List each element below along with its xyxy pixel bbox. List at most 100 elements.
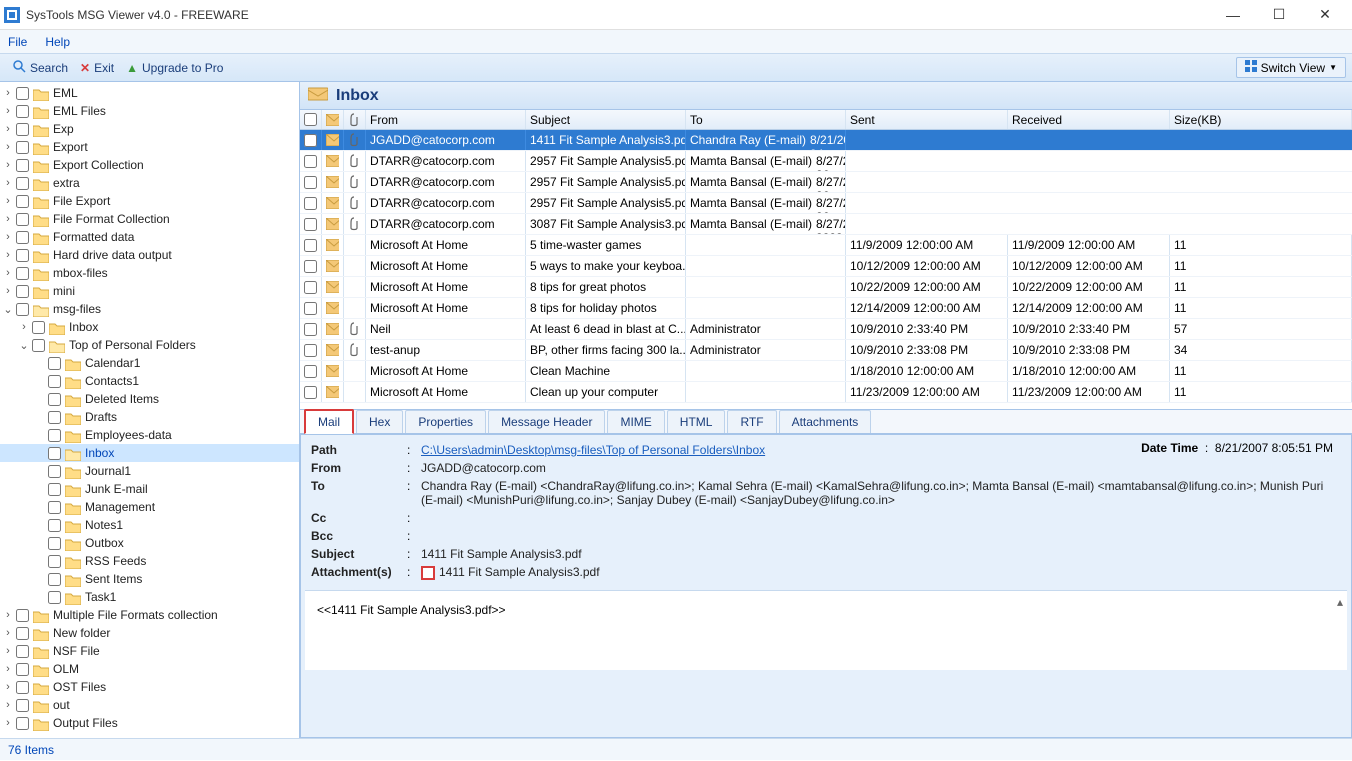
row-checkbox[interactable] bbox=[304, 218, 317, 231]
tree-item[interactable]: ›File Export bbox=[0, 192, 299, 210]
mail-row[interactable]: Microsoft At Home8 tips for holiday phot… bbox=[300, 298, 1352, 319]
scroll-up-icon[interactable]: ▴ bbox=[1337, 595, 1343, 609]
tree-checkbox[interactable] bbox=[16, 249, 29, 262]
close-button[interactable]: ✕ bbox=[1302, 0, 1348, 30]
tree-checkbox[interactable] bbox=[16, 303, 29, 316]
tab-attachments[interactable]: Attachments bbox=[779, 410, 872, 433]
tab-mail[interactable]: Mail bbox=[304, 409, 354, 434]
tree-item[interactable]: Journal1 bbox=[0, 462, 299, 480]
tree-checkbox[interactable] bbox=[16, 267, 29, 280]
mail-row[interactable]: test-anupBP, other firms facing 300 la..… bbox=[300, 340, 1352, 361]
tree-item[interactable]: ›New folder bbox=[0, 624, 299, 642]
tree-checkbox[interactable] bbox=[48, 519, 61, 532]
upgrade-button[interactable]: ▲ Upgrade to Pro bbox=[120, 59, 229, 77]
tab-properties[interactable]: Properties bbox=[405, 410, 486, 433]
tree-checkbox[interactable] bbox=[48, 465, 61, 478]
row-checkbox[interactable] bbox=[304, 281, 317, 294]
tree-checkbox[interactable] bbox=[48, 537, 61, 550]
tree-item[interactable]: ›EML bbox=[0, 84, 299, 102]
tree-item[interactable]: ›Export bbox=[0, 138, 299, 156]
tree-item[interactable]: ›Multiple File Formats collection bbox=[0, 606, 299, 624]
mail-row[interactable]: DTARR@catocorp.com2957 Fit Sample Analys… bbox=[300, 193, 1352, 214]
tree-item[interactable]: Management bbox=[0, 498, 299, 516]
mail-row[interactable]: DTARR@catocorp.com2957 Fit Sample Analys… bbox=[300, 151, 1352, 172]
folder-tree[interactable]: ›EML›EML Files›Exp›Export›Export Collect… bbox=[0, 82, 300, 738]
select-all-checkbox[interactable] bbox=[304, 113, 317, 126]
tab-rtf[interactable]: RTF bbox=[727, 410, 776, 433]
tab-message-header[interactable]: Message Header bbox=[488, 410, 605, 433]
row-checkbox[interactable] bbox=[304, 134, 317, 147]
tree-checkbox[interactable] bbox=[16, 231, 29, 244]
tree-item[interactable]: ›OST Files bbox=[0, 678, 299, 696]
tree-checkbox[interactable] bbox=[32, 339, 45, 352]
grid-body[interactable]: JGADD@catocorp.com1411 Fit Sample Analys… bbox=[300, 130, 1352, 409]
mail-row[interactable]: Microsoft At HomeClean up your computer1… bbox=[300, 382, 1352, 403]
maximize-button[interactable]: ☐ bbox=[1256, 0, 1302, 30]
tree-checkbox[interactable] bbox=[48, 591, 61, 604]
tab-html[interactable]: HTML bbox=[667, 410, 726, 433]
tree-item[interactable]: ›Hard drive data output bbox=[0, 246, 299, 264]
mail-row[interactable]: JGADD@catocorp.com1411 Fit Sample Analys… bbox=[300, 130, 1352, 151]
tree-item[interactable]: ›File Format Collection bbox=[0, 210, 299, 228]
path-link[interactable]: C:\Users\admin\Desktop\msg-files\Top of … bbox=[421, 443, 765, 457]
tree-item[interactable]: Task1 bbox=[0, 588, 299, 606]
tree-checkbox[interactable] bbox=[16, 177, 29, 190]
col-sent[interactable]: Sent bbox=[846, 110, 1008, 129]
tree-item[interactable]: ›mbox-files bbox=[0, 264, 299, 282]
row-checkbox[interactable] bbox=[304, 365, 317, 378]
tree-item[interactable]: Outbox bbox=[0, 534, 299, 552]
row-checkbox[interactable] bbox=[304, 386, 317, 399]
col-from[interactable]: From bbox=[366, 110, 526, 129]
tree-checkbox[interactable] bbox=[48, 429, 61, 442]
col-to[interactable]: To bbox=[686, 110, 846, 129]
tree-checkbox[interactable] bbox=[16, 645, 29, 658]
tree-item[interactable]: ⌄Top of Personal Folders bbox=[0, 336, 299, 354]
tree-checkbox[interactable] bbox=[48, 447, 61, 460]
col-size[interactable]: Size(KB) bbox=[1170, 110, 1352, 129]
tree-checkbox[interactable] bbox=[16, 627, 29, 640]
tree-checkbox[interactable] bbox=[16, 663, 29, 676]
tree-item[interactable]: ›out bbox=[0, 696, 299, 714]
row-checkbox[interactable] bbox=[304, 197, 317, 210]
row-checkbox[interactable] bbox=[304, 323, 317, 336]
minimize-button[interactable]: — bbox=[1210, 0, 1256, 30]
tree-item[interactable]: Sent Items bbox=[0, 570, 299, 588]
tree-checkbox[interactable] bbox=[16, 105, 29, 118]
tree-checkbox[interactable] bbox=[48, 483, 61, 496]
menu-file[interactable]: File bbox=[8, 35, 27, 49]
tree-item[interactable]: Deleted Items bbox=[0, 390, 299, 408]
tree-item[interactable]: Inbox bbox=[0, 444, 299, 462]
tree-item[interactable]: ›Output Files bbox=[0, 714, 299, 732]
tree-checkbox[interactable] bbox=[16, 717, 29, 730]
search-button[interactable]: Search bbox=[6, 57, 74, 78]
tree-item[interactable]: Calendar1 bbox=[0, 354, 299, 372]
tree-item[interactable]: Junk E-mail bbox=[0, 480, 299, 498]
mail-row[interactable]: NeilAt least 6 dead in blast at C...Admi… bbox=[300, 319, 1352, 340]
tree-item[interactable]: Contacts1 bbox=[0, 372, 299, 390]
tree-checkbox[interactable] bbox=[48, 411, 61, 424]
row-checkbox[interactable] bbox=[304, 302, 317, 315]
row-checkbox[interactable] bbox=[304, 260, 317, 273]
exit-button[interactable]: ✕ Exit bbox=[74, 59, 120, 77]
tree-checkbox[interactable] bbox=[48, 357, 61, 370]
tree-checkbox[interactable] bbox=[16, 681, 29, 694]
tree-item[interactable]: ›NSF File bbox=[0, 642, 299, 660]
tree-checkbox[interactable] bbox=[16, 141, 29, 154]
row-checkbox[interactable] bbox=[304, 239, 317, 252]
tree-checkbox[interactable] bbox=[48, 393, 61, 406]
tree-checkbox[interactable] bbox=[32, 321, 45, 334]
tree-item[interactable]: ›EML Files bbox=[0, 102, 299, 120]
tab-mime[interactable]: MIME bbox=[607, 410, 664, 433]
attachment-col-icon[interactable] bbox=[344, 110, 366, 129]
tree-checkbox[interactable] bbox=[16, 123, 29, 136]
mail-row[interactable]: Microsoft At Home5 ways to make your key… bbox=[300, 256, 1352, 277]
attachment-value[interactable]: 1411 Fit Sample Analysis3.pdf bbox=[421, 565, 1341, 580]
tree-checkbox[interactable] bbox=[16, 285, 29, 298]
row-checkbox[interactable] bbox=[304, 155, 317, 168]
tree-item[interactable]: ›OLM bbox=[0, 660, 299, 678]
tree-checkbox[interactable] bbox=[16, 195, 29, 208]
tree-item[interactable]: ›Export Collection bbox=[0, 156, 299, 174]
tree-item[interactable]: Employees-data bbox=[0, 426, 299, 444]
menu-help[interactable]: Help bbox=[45, 35, 70, 49]
tree-item[interactable]: ⌄msg-files bbox=[0, 300, 299, 318]
